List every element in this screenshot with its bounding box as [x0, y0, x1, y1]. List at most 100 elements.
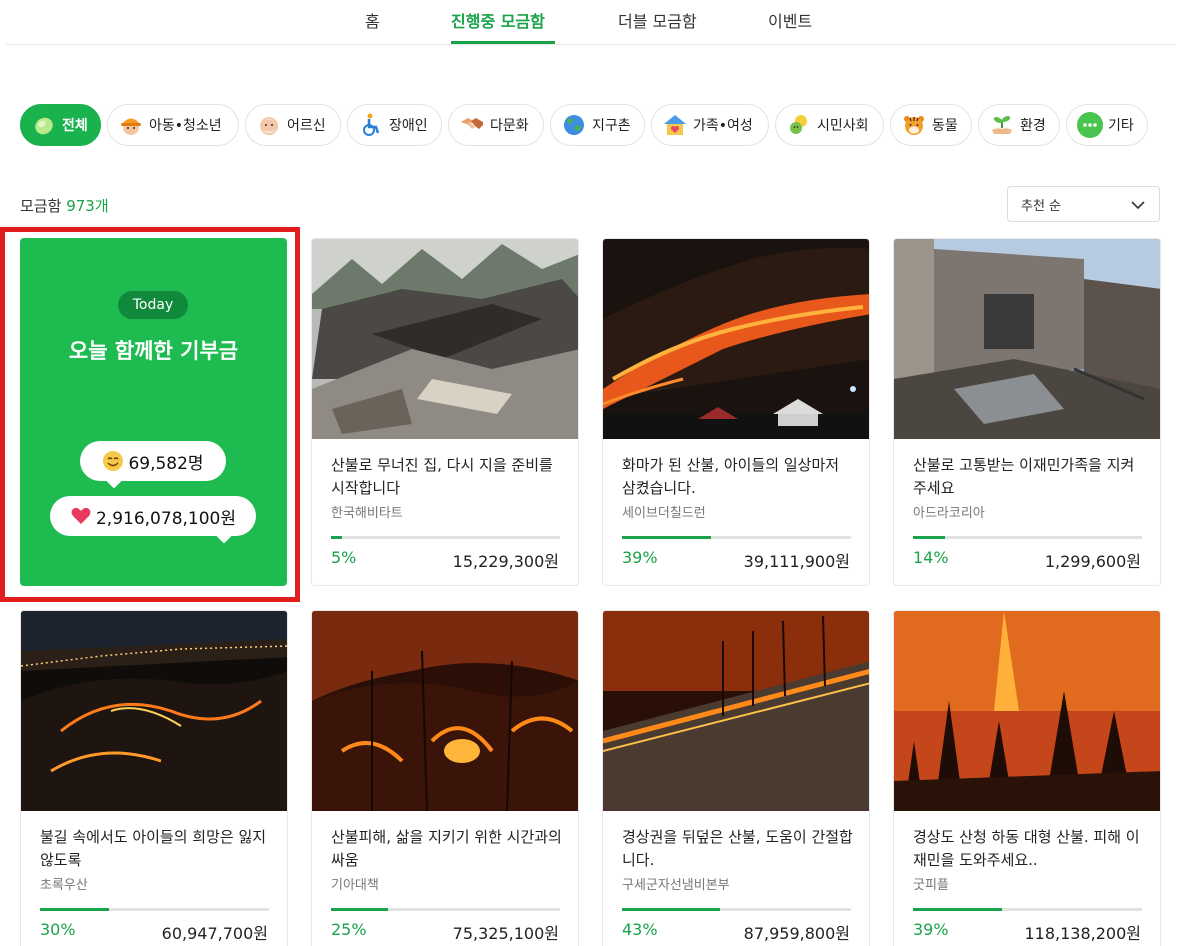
chip-all[interactable]: 전체: [20, 104, 101, 146]
chip-animals[interactable]: 동물: [890, 104, 972, 146]
card-amount: 87,959,800원: [743, 924, 850, 943]
tab-ongoing[interactable]: 진행중 모금함: [451, 8, 545, 32]
card-amount: 1,299,600원: [1044, 552, 1141, 571]
fundraiser-count: 모금함 973개: [20, 195, 109, 216]
chip-label: 환경: [1020, 118, 1046, 134]
tiger-icon: [901, 112, 927, 138]
today-badge: Today: [118, 291, 188, 319]
chip-etc[interactable]: 기타: [1066, 104, 1148, 146]
progress-fill: [622, 536, 712, 539]
tab-home[interactable]: 홈: [365, 8, 380, 32]
chip-elders[interactable]: 어르신: [245, 104, 341, 146]
fundraiser-card[interactable]: 산불로 무너진 집, 다시 지을 준비를 시작합니다 한국해비타트 5% 15,…: [311, 238, 579, 586]
chip-disabled[interactable]: 장애인: [347, 104, 442, 146]
card-title: 불길 속에서도 아이들의 희망은 잃지 않도록: [40, 828, 267, 869]
fundraiser-card[interactable]: 화마가 된 산불, 아이들의 일상마저 삼켰습니다. 세이브더칠드런 39% 3…: [602, 238, 870, 586]
today-donation-card: Today 오늘 함께한 기부금 69,582명 2,916,078,100원: [20, 238, 287, 586]
card-organization: 기아대책: [331, 878, 379, 893]
card-image: [603, 611, 869, 811]
fundraiser-card[interactable]: 경상도 산청 하동 대형 산불. 피해 이재민을 도와주세요.. 굿피플 39%…: [893, 610, 1161, 946]
count-value: 973개: [66, 197, 109, 215]
tab-event[interactable]: 이벤트: [768, 8, 812, 32]
chip-civil-society[interactable]: 시민사회: [775, 104, 884, 146]
globe-icon: [561, 112, 587, 138]
progress-bar: [331, 908, 560, 911]
chip-children[interactable]: 아동•청소년: [107, 104, 239, 146]
progress-fill: [40, 908, 109, 911]
citizens-icon: [786, 112, 812, 138]
chip-label: 다문화: [490, 118, 529, 134]
card-title: 화마가 된 산불, 아이들의 일상마저 삼켰습니다.: [622, 456, 840, 497]
chip-label: 전체: [62, 118, 88, 134]
card-percent: 39%: [622, 548, 658, 567]
card-image: [894, 239, 1160, 439]
card-image: [603, 239, 869, 439]
fundraiser-card[interactable]: 경상권을 뒤덮은 산불, 도움이 간절합니다. 구세군자선냄비본부 43% 87…: [602, 610, 870, 946]
today-title: 오늘 함께한 기부금: [68, 339, 239, 363]
chip-label: 어르신: [287, 118, 326, 134]
progress-fill: [331, 908, 389, 911]
card-organization: 초록우산: [40, 878, 88, 893]
donation-total: 2,916,078,100원: [95, 508, 236, 529]
chip-label: 장애인: [389, 118, 428, 134]
chip-label: 지구촌: [592, 118, 631, 134]
participants-bubble: 69,582명: [80, 441, 226, 489]
card-image: [894, 611, 1160, 811]
card-percent: 5%: [331, 548, 357, 567]
card-organization: 구세군자선냄비본부: [622, 878, 730, 893]
chip-environment[interactable]: 환경: [978, 104, 1060, 146]
progress-bar: [40, 908, 269, 911]
card-amount: 15,229,300원: [452, 552, 559, 571]
chip-global[interactable]: 지구촌: [550, 104, 645, 146]
sort-value: 추천 순: [1021, 198, 1062, 214]
handshake-icon: [459, 112, 485, 138]
sort-select[interactable]: 추천 순: [1007, 186, 1160, 222]
card-title: 경상도 산청 하동 대형 산불. 피해 이재민을 도와주세요..: [913, 828, 1140, 869]
chip-family[interactable]: 가족•여성: [651, 104, 769, 146]
fundraiser-card[interactable]: 불길 속에서도 아이들의 희망은 잃지 않도록 초록우산 30% 60,947,…: [20, 610, 288, 946]
more-dots-icon: [1077, 112, 1103, 138]
card-organization: 한국해비타트: [331, 506, 403, 521]
card-image: [312, 239, 578, 439]
wheelchair-icon: [358, 112, 384, 138]
card-percent: 25%: [331, 920, 367, 939]
chip-label: 가족•여성: [693, 118, 753, 134]
progress-bar: [622, 908, 851, 911]
card-image: [21, 611, 287, 811]
progress-bar: [913, 908, 1142, 911]
all-leaf-icon: [31, 112, 57, 138]
tab-double[interactable]: 더블 모금함: [618, 8, 697, 32]
progress-bar: [622, 536, 851, 539]
card-title: 산불로 무너진 집, 다시 지을 준비를 시작합니다: [331, 456, 553, 497]
progress-bar: [331, 536, 560, 539]
heart-icon: [70, 505, 92, 527]
card-percent: 43%: [622, 920, 658, 939]
card-amount: 118,138,200원: [1024, 924, 1141, 943]
card-amount: 75,325,100원: [452, 924, 559, 943]
card-title: 경상권을 뒤덮은 산불, 도움이 간절합니다.: [622, 828, 853, 869]
progress-fill: [913, 536, 946, 539]
card-percent: 30%: [40, 920, 76, 939]
chevron-down-icon: [1129, 196, 1147, 218]
top-nav: 홈 진행중 모금함 더블 모금함 이벤트: [6, 0, 1176, 45]
progress-fill: [913, 908, 1003, 911]
card-percent: 14%: [913, 548, 949, 567]
chip-label: 기타: [1108, 118, 1134, 134]
card-title: 산불로 고통받는 이재민가족을 지켜주세요: [913, 456, 1135, 497]
card-amount: 60,947,700원: [161, 924, 268, 943]
chip-multicultural[interactable]: 다문화: [448, 104, 544, 146]
fundraiser-card[interactable]: 산불로 고통받는 이재민가족을 지켜주세요 아드라코리아 14% 1,299,6…: [893, 238, 1161, 586]
chip-label: 동물: [932, 118, 958, 134]
participants-count: 69,582명: [128, 453, 204, 474]
card-organization: 굿피플: [913, 878, 949, 893]
chip-label: 시민사회: [817, 118, 869, 134]
card-organization: 아드라코리아: [913, 506, 985, 521]
child-icon: [118, 112, 144, 138]
count-label: 모금함: [20, 197, 62, 215]
progress-bar: [913, 536, 1142, 539]
fundraiser-card[interactable]: 산불피해, 삶을 지키기 위한 시간과의 싸움 기아대책 25% 75,325,…: [311, 610, 579, 946]
chip-label: 아동•청소년: [149, 118, 222, 134]
progress-fill: [622, 908, 721, 911]
card-image: [312, 611, 578, 811]
card-percent: 39%: [913, 920, 949, 939]
